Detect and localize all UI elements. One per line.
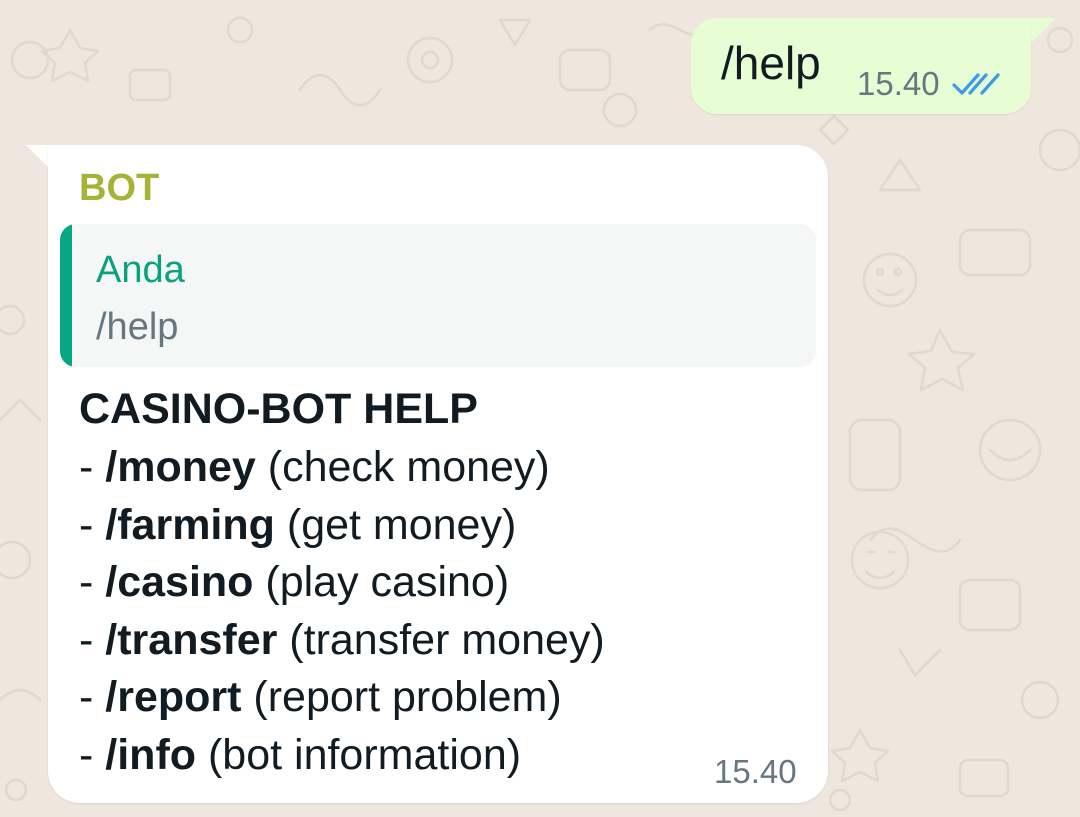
command-name[interactable]: /info	[105, 731, 196, 779]
sender-name[interactable]: BOT	[79, 169, 159, 207]
command-item: - /report (report problem)	[79, 675, 605, 733]
outgoing-message-bubble[interactable]: /help 15.40	[691, 18, 1031, 114]
double-check-read-icon	[951, 72, 1000, 95]
command-item: - /farming (get money)	[79, 503, 605, 561]
command-item: - /transfer (transfer money)	[79, 618, 605, 676]
command-name[interactable]: /money	[105, 443, 256, 491]
command-item: - /casino (play casino)	[79, 560, 605, 618]
command-name[interactable]: /report	[105, 673, 241, 721]
quoted-message[interactable]: Anda /help	[60, 224, 816, 367]
command-prefix: -	[79, 615, 106, 664]
command-prefix: -	[79, 500, 106, 549]
command-name[interactable]: /transfer	[105, 616, 277, 664]
command-description: (report problem)	[241, 673, 562, 721]
command-prefix: -	[79, 443, 106, 491]
quote-accent-bar	[60, 224, 72, 367]
command-description: (transfer money)	[277, 615, 605, 664]
incoming-message-bubble[interactable]: BOT Anda /help CASINO-BOT HELP - /money …	[48, 145, 828, 803]
outgoing-message-meta: 15.40	[857, 67, 1000, 100]
quoted-author: Anda	[96, 249, 185, 291]
help-title: CASINO-BOT HELP	[79, 385, 478, 433]
command-item: - /info (bot information)	[79, 733, 605, 791]
command-description: (check money)	[255, 443, 550, 491]
quoted-text: /help	[96, 306, 179, 348]
command-description: (play casino)	[253, 558, 510, 606]
command-name[interactable]: /farming	[105, 501, 275, 549]
command-prefix: -	[79, 558, 106, 606]
outgoing-message-text: /help	[721, 37, 821, 89]
outgoing-message-time: 15.40	[857, 65, 940, 102]
incoming-message-time: 15.40	[714, 753, 797, 790]
command-name[interactable]: /casino	[105, 558, 253, 606]
command-prefix: -	[79, 730, 106, 779]
command-description: (bot information)	[196, 730, 522, 779]
command-list: - /money (check money) - /farming (get m…	[79, 445, 605, 790]
command-prefix: -	[79, 673, 106, 721]
command-description: (get money)	[274, 500, 517, 549]
command-item: - /money (check money)	[79, 445, 605, 503]
